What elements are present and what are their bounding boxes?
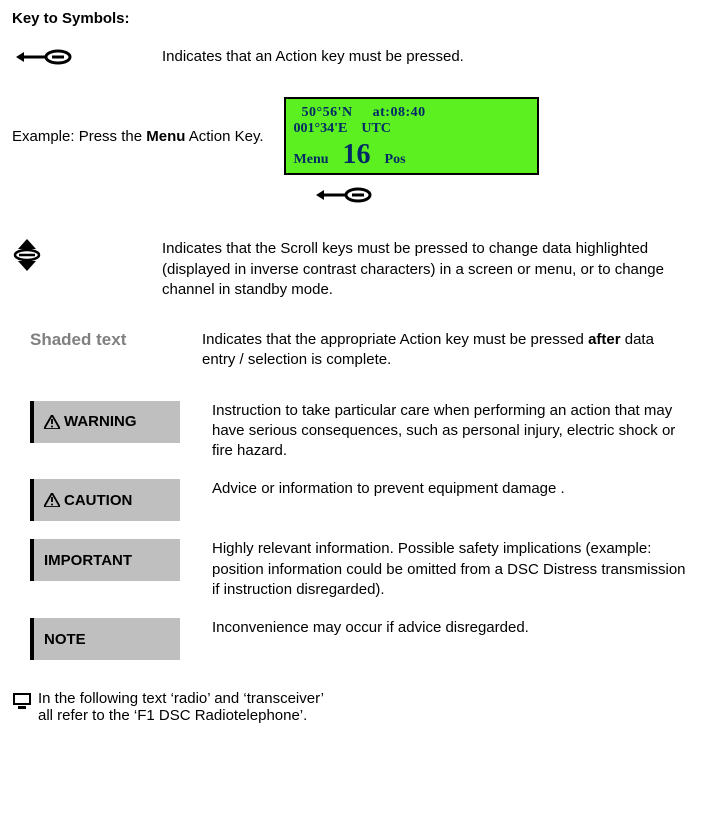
caution-desc: Advice or information to prevent equipme… — [212, 479, 690, 499]
lcd-tz: UTC — [361, 121, 391, 136]
important-row: IMPORTANT Highly relevant information. P… — [12, 539, 690, 600]
note-label: NOTE — [44, 631, 86, 648]
footer-text: In the following text ‘radio’ and ‘trans… — [38, 690, 324, 724]
warning-badge: WARNING — [30, 401, 180, 443]
scroll-symbol — [12, 239, 162, 271]
page-title: Key to Symbols: — [12, 10, 690, 27]
shaded-row: Shaded text Indicates that the appropria… — [12, 330, 690, 371]
scroll-desc: Indicates that the Scroll keys must be p… — [162, 239, 690, 300]
caution-label: CAUTION — [64, 492, 132, 509]
example-row: Example: Press the Menu Action Key. 50°5… — [12, 97, 690, 175]
lcd-at: at:08:40 — [373, 105, 426, 120]
important-badge: IMPORTANT — [30, 539, 180, 581]
lcd-pos-label: Pos — [385, 152, 406, 168]
shaded-desc: Indicates that the appropriate Action ke… — [202, 330, 690, 371]
example-prefix: Example: Press the — [12, 128, 146, 145]
action-arrow-icon — [12, 47, 72, 67]
note-badge-col: NOTE — [12, 618, 212, 660]
example-arrow — [312, 185, 690, 209]
note-row: NOTE Inconvenience may occur if advice d… — [12, 618, 690, 660]
shaded-desc-pre: Indicates that the appropriate Action ke… — [202, 331, 588, 348]
lcd-lat: 50°56'N — [302, 105, 353, 120]
warning-triangle-icon — [44, 415, 60, 429]
warning-row: WARNING Instruction to take particular c… — [12, 401, 690, 462]
action-key-row: Indicates that an Action key must be pre… — [12, 47, 690, 67]
warning-desc: Instruction to take particular care when… — [212, 401, 690, 462]
lcd-screen: 50°56'N at:08:40 001°34'E UTC Menu 16 Po… — [284, 97, 539, 175]
lcd-menu-label: Menu — [294, 152, 329, 168]
action-arrow-icon — [312, 192, 372, 209]
note-desc: Inconvenience may occur if advice disreg… — [212, 618, 690, 638]
shaded-text-label: Shaded text — [30, 330, 126, 350]
scroll-arrows-icon — [12, 239, 42, 271]
lcd-lon: 001°34'E — [294, 121, 348, 136]
action-key-symbol — [12, 47, 162, 67]
shaded-desc-bold: after — [588, 331, 621, 348]
important-label: IMPORTANT — [44, 552, 132, 569]
important-badge-col: IMPORTANT — [12, 539, 212, 581]
example-text: Example: Press the Menu Action Key. — [12, 128, 264, 145]
footer-row: In the following text ‘radio’ and ‘trans… — [12, 690, 690, 724]
caution-badge-col: CAUTION — [12, 479, 212, 521]
caution-row: CAUTION Advice or information to prevent… — [12, 479, 690, 521]
shaded-label-col: Shaded text — [12, 330, 202, 350]
note-badge: NOTE — [30, 618, 180, 660]
warning-triangle-icon — [44, 493, 60, 507]
monitor-icon — [12, 692, 32, 710]
scroll-row: Indicates that the Scroll keys must be p… — [12, 239, 690, 300]
action-key-desc: Indicates that an Action key must be pre… — [162, 47, 690, 67]
lcd-channel: 16 — [343, 141, 371, 169]
example-bold: Menu — [146, 128, 185, 145]
footer-line2: all refer to the ‘F1 DSC Radiotelephone’… — [38, 707, 324, 724]
footer-line1: In the following text ‘radio’ and ‘trans… — [38, 690, 324, 707]
example-suffix: Action Key. — [185, 128, 263, 145]
caution-badge: CAUTION — [30, 479, 180, 521]
warning-badge-col: WARNING — [12, 401, 212, 443]
warning-label: WARNING — [64, 413, 137, 430]
important-desc: Highly relevant information. Possible sa… — [212, 539, 690, 600]
